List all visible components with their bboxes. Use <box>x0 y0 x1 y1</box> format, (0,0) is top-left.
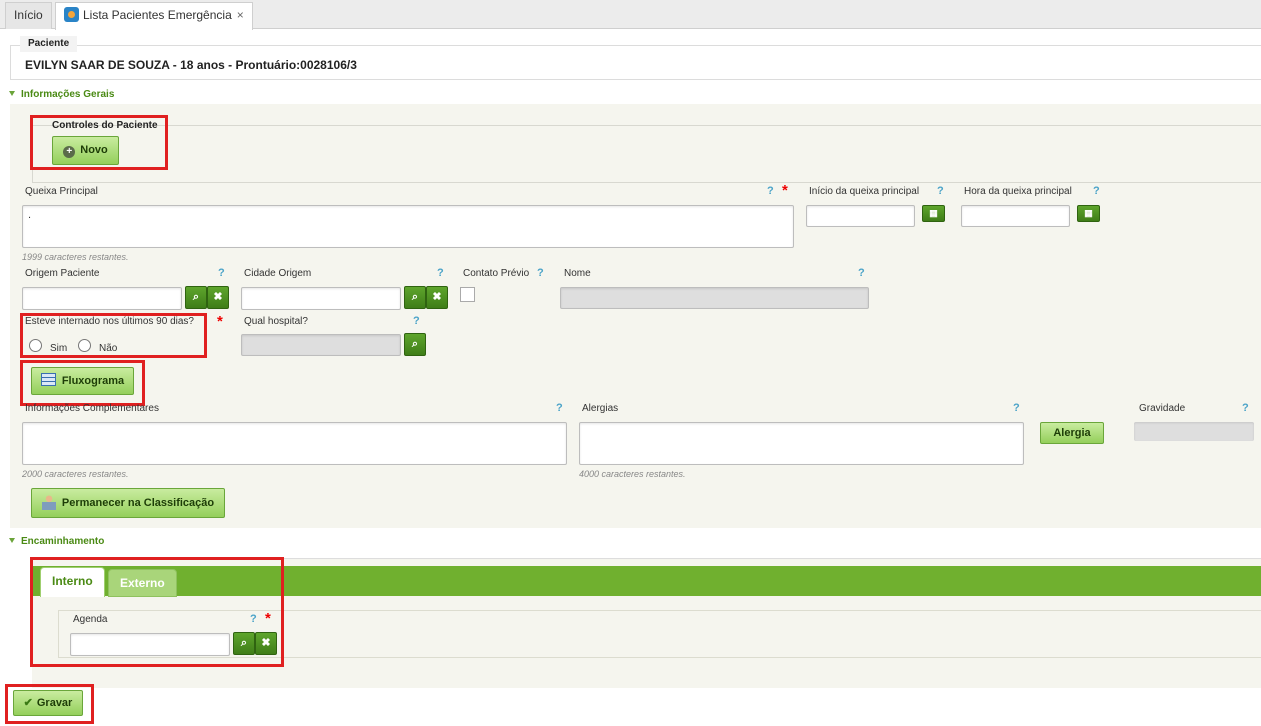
origin-city-label: Cidade Origem <box>244 268 312 279</box>
origin-label: Origem Paciente <box>25 268 100 279</box>
clear-icon[interactable]: ✖ <box>207 286 229 309</box>
severity-field <box>1134 422 1254 441</box>
hospitalized-required: * <box>217 313 223 330</box>
stay-classification-button[interactable]: Permanecer na Classificação <box>31 488 225 518</box>
severity-help-icon[interactable]: ? <box>1242 402 1249 414</box>
name-help-icon[interactable]: ? <box>858 267 865 279</box>
complaint-time-input[interactable] <box>961 205 1070 227</box>
which-hospital-label: Qual hospital? <box>244 316 308 327</box>
complementary-remaining: 2000 caracteres restantes. <box>22 469 129 479</box>
patient-controls-panel <box>32 125 1261 183</box>
highlight-flowchart <box>20 360 145 406</box>
complaint-time-help-icon[interactable]: ? <box>1093 185 1100 197</box>
section-encaminhamento[interactable]: Encaminhamento <box>9 536 104 547</box>
search-icon[interactable]: ⌕ <box>185 286 207 309</box>
which-hospital-help-icon[interactable]: ? <box>413 315 420 327</box>
origin-city-input[interactable] <box>241 287 401 310</box>
tab-lista-pacientes[interactable]: Lista Pacientes Emergência × <box>55 2 253 30</box>
main-complaint-label: Queixa Principal <box>25 186 98 197</box>
highlight-referral <box>30 557 284 667</box>
prior-contact-label: Contato Prévio <box>463 268 530 279</box>
stay-classification-label: Permanecer na Classificação <box>61 497 215 509</box>
main-complaint-help-icon[interactable]: ? <box>767 185 774 197</box>
highlight-save <box>5 684 94 724</box>
tab-lista-label: Lista Pacientes Emergência <box>83 8 232 22</box>
calendar-icon[interactable]: ▦ <box>1077 205 1100 222</box>
calendar-icon[interactable]: ▦ <box>922 205 945 222</box>
complaint-start-label: Início da queixa principal <box>809 186 920 197</box>
footer <box>0 688 1261 726</box>
close-icon[interactable]: × <box>237 8 244 22</box>
main-complaint-required: * <box>782 182 788 199</box>
highlight-hospitalized <box>20 313 207 358</box>
patient-legend: Paciente <box>20 36 78 52</box>
complaint-start-help-icon[interactable]: ? <box>937 185 944 197</box>
patient-name: EVILYN SAAR DE SOUZA - 18 anos - Prontuá… <box>25 58 357 72</box>
main-complaint-textarea[interactable]: . <box>22 205 794 248</box>
person-icon <box>41 494 56 510</box>
complementary-help-icon[interactable]: ? <box>556 402 563 414</box>
main-complaint-remaining: 1999 caracteres restantes. <box>22 252 129 262</box>
complaint-start-input[interactable] <box>806 205 915 227</box>
patients-list-icon <box>64 7 79 22</box>
origin-input[interactable] <box>22 287 182 310</box>
highlight-controls <box>30 115 168 170</box>
complaint-time-label: Hora da queixa principal <box>964 186 1072 197</box>
search-icon[interactable]: ⌕ <box>404 286 426 309</box>
tab-inicio-label: Início <box>14 8 43 22</box>
origin-city-help-icon[interactable]: ? <box>437 267 444 279</box>
clear-icon[interactable]: ✖ <box>426 286 448 309</box>
severity-label: Gravidade <box>1139 403 1186 414</box>
allergy-button[interactable]: Alergia <box>1040 422 1104 444</box>
tab-inicio[interactable]: Início <box>5 2 52 29</box>
name-input <box>560 287 869 309</box>
allergies-textarea[interactable] <box>579 422 1024 465</box>
allergies-help-icon[interactable]: ? <box>1013 402 1020 414</box>
search-icon[interactable]: ⌕ <box>404 333 426 356</box>
name-label: Nome <box>564 268 591 279</box>
prior-contact-checkbox[interactable] <box>460 287 475 302</box>
origin-help-icon[interactable]: ? <box>218 267 225 279</box>
allergies-label: Alergias <box>582 403 619 414</box>
section-informacoes-gerais[interactable]: Informações Gerais <box>9 89 114 100</box>
complementary-label: Informações Complementares <box>25 403 159 414</box>
complementary-textarea[interactable] <box>22 422 567 465</box>
prior-contact-help-icon[interactable]: ? <box>537 267 544 279</box>
which-hospital-input <box>241 334 401 356</box>
allergies-remaining: 4000 caracteres restantes. <box>579 469 686 479</box>
